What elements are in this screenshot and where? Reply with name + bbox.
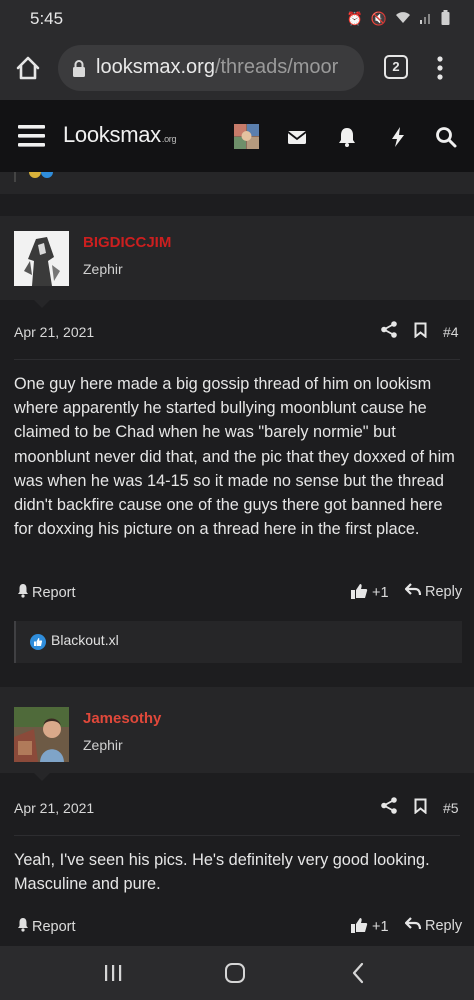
avatar[interactable] xyxy=(14,707,69,762)
reply-button[interactable]: Reply xyxy=(404,583,463,600)
like-button[interactable]: +1 xyxy=(350,917,389,937)
previous-post-reactions xyxy=(0,172,474,194)
hamburger-menu-icon[interactable] xyxy=(18,125,45,147)
thumbs-up-icon xyxy=(350,583,368,603)
status-bar: 5:45 ⏰ 🔇 xyxy=(0,0,474,36)
home-nav-icon[interactable] xyxy=(225,963,245,983)
reply-button[interactable]: Reply xyxy=(404,917,463,934)
reaction-summary[interactable]: Blackout.xl xyxy=(14,621,462,663)
logo-sub: .org xyxy=(161,134,177,144)
username-text: Jamesothy xyxy=(83,710,162,727)
thread-content: BIGDICCJIM Zephir Apr 21, 2021 #4 One gu… xyxy=(0,172,474,946)
like-button[interactable]: +1 xyxy=(350,583,389,603)
post-pointer xyxy=(34,773,50,781)
url-text: looksmax.org/threads/moor xyxy=(96,56,338,79)
post-meta: Apr 21, 2021 #4 xyxy=(0,308,474,360)
reaction-bar-edge xyxy=(14,172,16,182)
site-logo[interactable]: Looksmax.org xyxy=(63,122,176,148)
status-time: 5:45 xyxy=(30,9,64,28)
alarm-icon: ⏰ xyxy=(346,11,363,26)
bookmark-icon[interactable] xyxy=(414,322,427,339)
reply-label: Reply xyxy=(425,583,463,600)
post-body: Yeah, I've seen his pics. He's definitel… xyxy=(14,851,430,894)
post-date[interactable]: Apr 21, 2021 xyxy=(14,800,94,816)
address-bar[interactable]: looksmax.org/threads/moor xyxy=(58,45,364,91)
report-bell-icon xyxy=(16,917,30,936)
post-actions: Report +1 Reply xyxy=(0,579,474,609)
back-icon[interactable] xyxy=(351,962,365,984)
tab-switcher-button[interactable]: 2 xyxy=(384,55,408,79)
post-pointer xyxy=(34,300,50,308)
like-reaction-icon xyxy=(30,634,46,650)
status-icons: ⏰ 🔇 xyxy=(347,10,450,28)
like-count-text: +1 xyxy=(372,585,389,601)
avatar[interactable] xyxy=(14,231,69,286)
signal-icon xyxy=(419,11,433,27)
user-title: Zephir xyxy=(83,737,123,753)
post-number[interactable]: #4 xyxy=(443,324,459,340)
like-count-text: +1 xyxy=(372,919,389,935)
post-date[interactable]: Apr 21, 2021 xyxy=(14,324,94,340)
recents-icon[interactable] xyxy=(104,965,122,981)
url-host: looksmax.org xyxy=(96,56,215,78)
system-nav-bar xyxy=(0,946,474,1000)
username[interactable]: Jamesothy xyxy=(83,710,161,727)
report-label: Report xyxy=(32,584,76,601)
meta-divider xyxy=(14,835,460,836)
share-icon[interactable] xyxy=(381,321,397,338)
search-icon[interactable] xyxy=(434,125,458,149)
post-meta: Apr 21, 2021 #5 xyxy=(0,784,474,836)
url-path: /threads/moor xyxy=(214,56,339,78)
reply-arrow-icon xyxy=(404,583,422,600)
meta-divider xyxy=(14,359,460,360)
reply-arrow-icon xyxy=(404,917,422,934)
report-bell-icon xyxy=(16,583,30,602)
browser-toolbar: looksmax.org/threads/moor 2 xyxy=(0,36,474,100)
thumbs-up-icon xyxy=(350,917,368,937)
user-title: Zephir xyxy=(83,261,123,277)
user-avatar[interactable] xyxy=(234,124,259,149)
post-user-block: BIGDICCJIM Zephir xyxy=(0,216,474,300)
reply-label: Reply xyxy=(425,917,463,934)
envelope-icon[interactable] xyxy=(285,125,309,149)
lightning-icon[interactable] xyxy=(386,125,410,149)
mute-icon: 🔇 xyxy=(370,11,387,26)
post-user-block: Jamesothy Zephir xyxy=(0,687,474,773)
report-button[interactable]: Report xyxy=(16,583,76,602)
lock-icon xyxy=(72,60,86,77)
bell-icon[interactable] xyxy=(335,125,359,149)
battery-icon xyxy=(441,10,450,28)
post-actions: Report +1 Reply xyxy=(0,913,474,943)
post-body: One guy here made a big gossip thread of… xyxy=(14,375,455,539)
bookmark-icon[interactable] xyxy=(414,798,427,815)
username-text: BIGDICCJIM xyxy=(83,234,172,251)
home-icon[interactable] xyxy=(14,54,42,82)
reaction-user-link[interactable]: Blackout.xl xyxy=(51,632,119,648)
wifi-icon xyxy=(395,11,411,27)
post-number[interactable]: #5 xyxy=(443,800,459,816)
report-label: Report xyxy=(32,918,76,935)
report-button[interactable]: Report xyxy=(16,917,76,936)
username[interactable]: BIGDICCJIM xyxy=(83,234,171,251)
overflow-menu-icon[interactable] xyxy=(434,54,446,82)
share-icon[interactable] xyxy=(381,797,397,814)
logo-text: Looksmax xyxy=(63,122,161,147)
